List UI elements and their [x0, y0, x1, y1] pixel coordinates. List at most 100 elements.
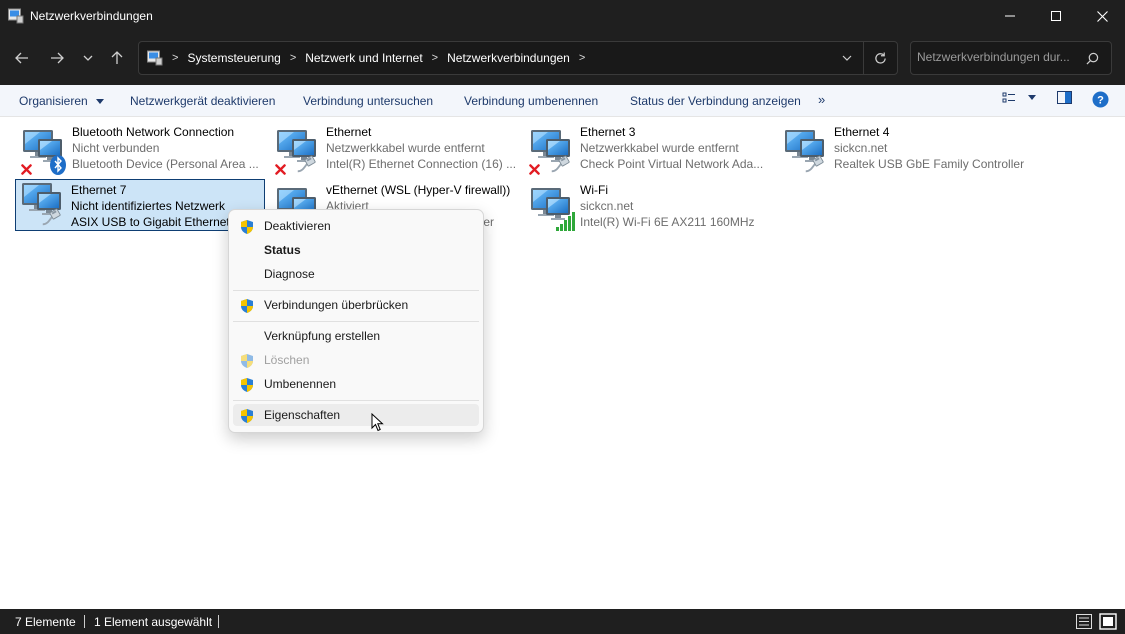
menu-item-label: Eigenschaften: [264, 408, 341, 422]
connection-name: Bluetooth Network Connection: [72, 125, 235, 139]
menu-separator: [233, 290, 479, 291]
view-options-icon: [1002, 92, 1015, 103]
status-bar: 7 Elemente 1 Element ausgewählt: [0, 609, 1125, 634]
uac-shield-icon: [239, 377, 255, 393]
uac-shield-icon: [239, 298, 255, 314]
breadcrumb-separator[interactable]: >: [290, 52, 296, 64]
connection-name: vEthernet (WSL (Hyper-V firewall)): [326, 183, 511, 197]
connection-name: Ethernet 7: [71, 183, 127, 197]
status-separator: [218, 615, 219, 628]
window-title: Netzwerkverbindungen: [30, 9, 153, 23]
navigation-bar: > Systemsteuerung > Netzwerk und Interne…: [0, 32, 1125, 85]
close-button[interactable]: [1079, 0, 1125, 32]
menu-item-verknuepfung-erstellen[interactable]: Verknüpfung erstellen: [233, 325, 479, 347]
context-menu: Deaktivieren Status Diagnose Verbindunge…: [228, 209, 484, 433]
connection-status: sickcn.net: [834, 141, 888, 155]
caret-down-icon: [1028, 95, 1036, 100]
breadcrumb-separator[interactable]: >: [432, 52, 438, 64]
breadcrumb-systemsteuerung[interactable]: Systemsteuerung: [187, 51, 280, 65]
connection-device: Intel(R) Ethernet Connection (16) ...: [326, 157, 517, 171]
address-bar[interactable]: > Systemsteuerung > Netzwerk und Interne…: [138, 41, 898, 75]
connection-item-ethernet-4[interactable]: Ethernet 4 sickcn.net Realtek USB GbE Fa…: [778, 121, 1038, 173]
minimize-button[interactable]: [987, 0, 1033, 32]
help-icon: ?: [1092, 91, 1109, 108]
address-history-button[interactable]: [831, 53, 863, 63]
menu-item-label: Deaktivieren: [264, 219, 331, 233]
recent-locations-button[interactable]: [74, 44, 102, 72]
search-box[interactable]: [910, 41, 1112, 75]
help-button[interactable]: ?: [1092, 91, 1109, 108]
uac-shield-icon: [239, 219, 255, 235]
search-icon: [1086, 52, 1099, 65]
view-status-button[interactable]: Status der Verbindung anzeigen: [630, 94, 801, 108]
menu-item-loeschen: Löschen: [233, 349, 479, 371]
caret-down-icon: [96, 99, 105, 104]
title-bar: Netzwerkverbindungen: [0, 0, 1125, 32]
change-view-button[interactable]: [1002, 91, 1036, 105]
connection-name: Ethernet 3: [580, 125, 636, 139]
menu-item-status[interactable]: Status: [233, 239, 479, 261]
network-adapter-icon: [528, 185, 575, 231]
chevron-down-icon: [842, 55, 852, 61]
up-button[interactable]: [103, 44, 131, 72]
network-adapter-icon: [782, 127, 825, 173]
connections-view[interactable]: Bluetooth Network Connection Nicht verbu…: [0, 117, 1125, 609]
control-panel-icon: [147, 50, 163, 66]
connection-item-ethernet-3[interactable]: Ethernet 3 Netzwerkkabel wurde entfernt …: [524, 121, 774, 175]
menu-item-label: Status: [264, 243, 301, 257]
menu-item-label: Diagnose: [264, 267, 315, 281]
menu-item-deaktivieren[interactable]: Deaktivieren: [233, 215, 479, 237]
organize-menu[interactable]: Organisieren: [19, 94, 105, 108]
network-adapter-icon: [275, 127, 317, 175]
menu-item-umbenennen[interactable]: Umbenennen: [233, 373, 479, 395]
connection-name: Wi-Fi: [580, 183, 608, 197]
network-connections-icon: [8, 8, 24, 24]
back-button[interactable]: [8, 44, 36, 72]
network-adapter-icon: [529, 127, 571, 175]
tiles-view-button[interactable]: [1099, 613, 1117, 630]
connection-item-ethernet[interactable]: Ethernet Netzwerkkabel wurde entfernt In…: [270, 121, 520, 175]
mouse-pointer-icon: [371, 413, 384, 432]
menu-separator: [233, 321, 479, 322]
connection-device: Check Point Virtual Network Ada...: [580, 157, 764, 171]
diagnose-connection-button[interactable]: Verbindung untersuchen: [303, 94, 433, 108]
details-view-icon: [1076, 614, 1092, 629]
connection-device: Intel(R) Wi-Fi 6E AX211 160MHz: [580, 215, 755, 229]
connection-device: Realtek USB GbE Family Controller: [834, 157, 1025, 171]
connection-device: Bluetooth Device (Personal Area ...: [72, 157, 259, 171]
breadcrumb-netzwerkverbindungen[interactable]: Netzwerkverbindungen: [447, 51, 570, 65]
maximize-button[interactable]: [1033, 0, 1079, 32]
item-count: 7 Elemente: [15, 615, 76, 629]
connection-status: sickcn.net: [580, 199, 634, 213]
menu-item-label: Löschen: [264, 353, 310, 367]
connection-status: Netzwerkkabel wurde entfernt: [580, 141, 739, 155]
menu-item-verbindungen-ueberbruecken[interactable]: Verbindungen überbrücken: [233, 294, 479, 316]
command-bar: Organisieren Netzwerkgerät deaktivieren …: [0, 85, 1125, 117]
chevron-down-icon: [83, 55, 93, 61]
breadcrumb-netzwerk-und-internet[interactable]: Netzwerk und Internet: [305, 51, 422, 65]
preview-pane-button[interactable]: [1057, 91, 1072, 104]
connection-item-wifi[interactable]: Wi-Fi sickcn.net Intel(R) Wi-Fi 6E AX211…: [524, 179, 774, 231]
refresh-button[interactable]: [863, 42, 897, 74]
breadcrumb-separator[interactable]: >: [172, 52, 178, 64]
breadcrumb-separator[interactable]: >: [579, 52, 585, 64]
close-icon: [1096, 10, 1108, 22]
refresh-icon: [875, 51, 886, 64]
more-commands-button[interactable]: »: [818, 92, 825, 107]
connection-item-bluetooth[interactable]: Bluetooth Network Connection Nicht verbu…: [16, 121, 266, 175]
arrow-left-icon: [15, 52, 28, 64]
rename-connection-button[interactable]: Verbindung umbenennen: [464, 94, 598, 108]
menu-item-diagnose[interactable]: Diagnose: [233, 263, 479, 285]
network-adapter-icon: [21, 127, 66, 175]
menu-item-label: Umbenennen: [264, 377, 337, 391]
menu-item-eigenschaften[interactable]: Eigenschaften: [233, 404, 479, 426]
deactivate-device-button[interactable]: Netzwerkgerät deaktivieren: [130, 94, 275, 108]
uac-shield-icon: [239, 353, 255, 369]
menu-item-label: Verbindungen überbrücken: [264, 298, 409, 312]
search-input[interactable]: [917, 50, 1077, 64]
status-separator: [84, 615, 85, 628]
menu-item-label: Verknüpfung erstellen: [264, 329, 381, 343]
details-view-button[interactable]: [1075, 613, 1093, 630]
forward-button[interactable]: [43, 44, 71, 72]
menu-separator: [233, 400, 479, 401]
